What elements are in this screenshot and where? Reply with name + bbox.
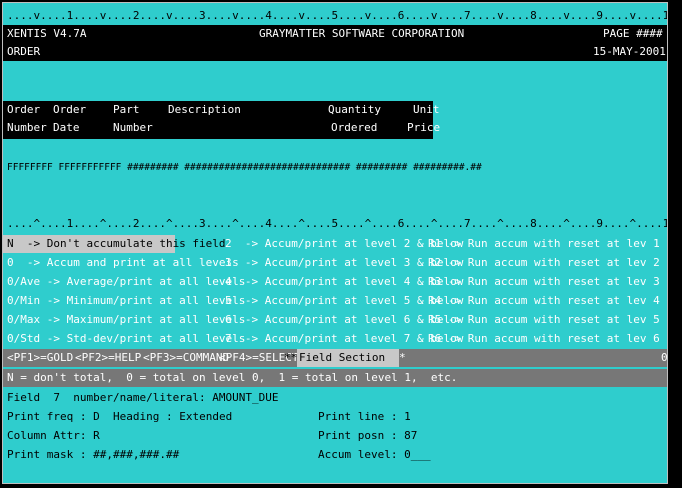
col-order-date-l1: Order: [53, 103, 87, 116]
col-unit-price-l2: Price: [407, 121, 441, 134]
app-version: XENTIS V4.7A: [7, 27, 87, 40]
totaling-hint: N = don't total, 0 = total on level 0, 1…: [7, 371, 458, 384]
right-indicator: 0: [661, 351, 668, 364]
hint-bar: N = don't total, 0 = total on level 0, 1…: [3, 369, 667, 387]
option-minimum[interactable]: 0/Min -> Minimum/print at all levels: [7, 292, 245, 310]
field-definition[interactable]: Field 7 number/name/literal: AMOUNT_DUE: [7, 389, 279, 407]
report-name: ORDER: [7, 45, 41, 58]
col-order-number-l1: Order: [7, 103, 41, 116]
function-key-bar: <PF1>=GOLD <PF2>=HELP <PF3>=COMMAND <PF4…: [3, 349, 667, 367]
col-order-date-l2: Date: [53, 121, 80, 134]
section-title: Field Section: [297, 349, 399, 367]
column-ruler-top: ....v....1....v....2....v....3....v....4…: [7, 9, 667, 22]
pf1-gold-key[interactable]: <PF1>=GOLD: [7, 349, 73, 367]
print-mask-field[interactable]: Print mask : ##,###,###.##: [7, 446, 179, 464]
option-std-dev[interactable]: 0/Std -> Std-dev/print at all levels: [7, 330, 245, 348]
company-name: GRAYMATTER SOFTWARE CORPORATION: [259, 27, 465, 40]
pf3-command-key[interactable]: <PF3>=COMMAND: [143, 349, 229, 367]
option-reset-lev-1[interactable]: R1 -> Run accum with reset at lev 1: [428, 235, 660, 253]
print-posn-field[interactable]: Print posn : 87: [318, 427, 417, 445]
print-line-field[interactable]: Print line : 1: [318, 408, 411, 426]
option-reset-lev-3[interactable]: R3 -> Run accum with reset at lev 3: [428, 273, 660, 291]
page-label: PAGE ####: [603, 27, 663, 40]
option-accum-all[interactable]: 0 -> Accum and print at all levels: [7, 254, 239, 272]
detail-format-line: FFFFFFFF FFFFFFFFFFF ######### #########…: [7, 162, 482, 173]
heading-field[interactable]: Heading : Extended: [113, 408, 232, 426]
col-unit-price-l1: Unit: [413, 103, 440, 116]
col-part-number-l1: Part: [113, 103, 140, 116]
terminal-screen: ....v....1....v....2....v....3....v....4…: [2, 2, 668, 484]
report-header-bar: XENTIS V4.7A GRAYMATTER SOFTWARE CORPORA…: [3, 25, 667, 61]
print-freq-field[interactable]: Print freq : D: [7, 408, 100, 426]
section-marker: **: [284, 351, 298, 364]
accum-level-field[interactable]: Accum level: 0___: [318, 446, 431, 464]
option-reset-lev-2[interactable]: R2 -> Run accum with reset at lev 2: [428, 254, 660, 272]
section-star: *: [399, 351, 406, 364]
option-average[interactable]: 0/Ave -> Average/print at all levels: [7, 273, 245, 291]
column-attr-field[interactable]: Column Attr: R: [7, 427, 100, 445]
column-ruler-mid: ....^....1....^....2....^....3....^....4…: [7, 217, 667, 230]
column-headings-bar: Order Number Order Date Part Number Desc…: [3, 101, 440, 139]
option-maximum[interactable]: 0/Max -> Maximum/print at all levels: [7, 311, 245, 329]
col-quantity-l2: Ordered: [331, 121, 378, 134]
col-description: Description: [168, 103, 241, 116]
col-part-number-l2: Number: [113, 121, 153, 134]
option-reset-lev-5[interactable]: R5 -> Run accum with reset at lev 5: [428, 311, 660, 329]
pf2-help-key[interactable]: <PF2>=HELP: [75, 349, 141, 367]
col-quantity-l1: Quantity: [328, 103, 381, 116]
report-date: 15-MAY-2001: [593, 45, 666, 58]
col-order-number-l2: Number: [7, 121, 47, 134]
option-no-accumulate[interactable]: N -> Don't accumulate this field: [3, 235, 226, 253]
option-reset-lev-6[interactable]: R6 -> Run accum with reset at lev 6: [428, 330, 660, 348]
option-reset-lev-4[interactable]: R4 -> Run accum with reset at lev 4: [428, 292, 660, 310]
